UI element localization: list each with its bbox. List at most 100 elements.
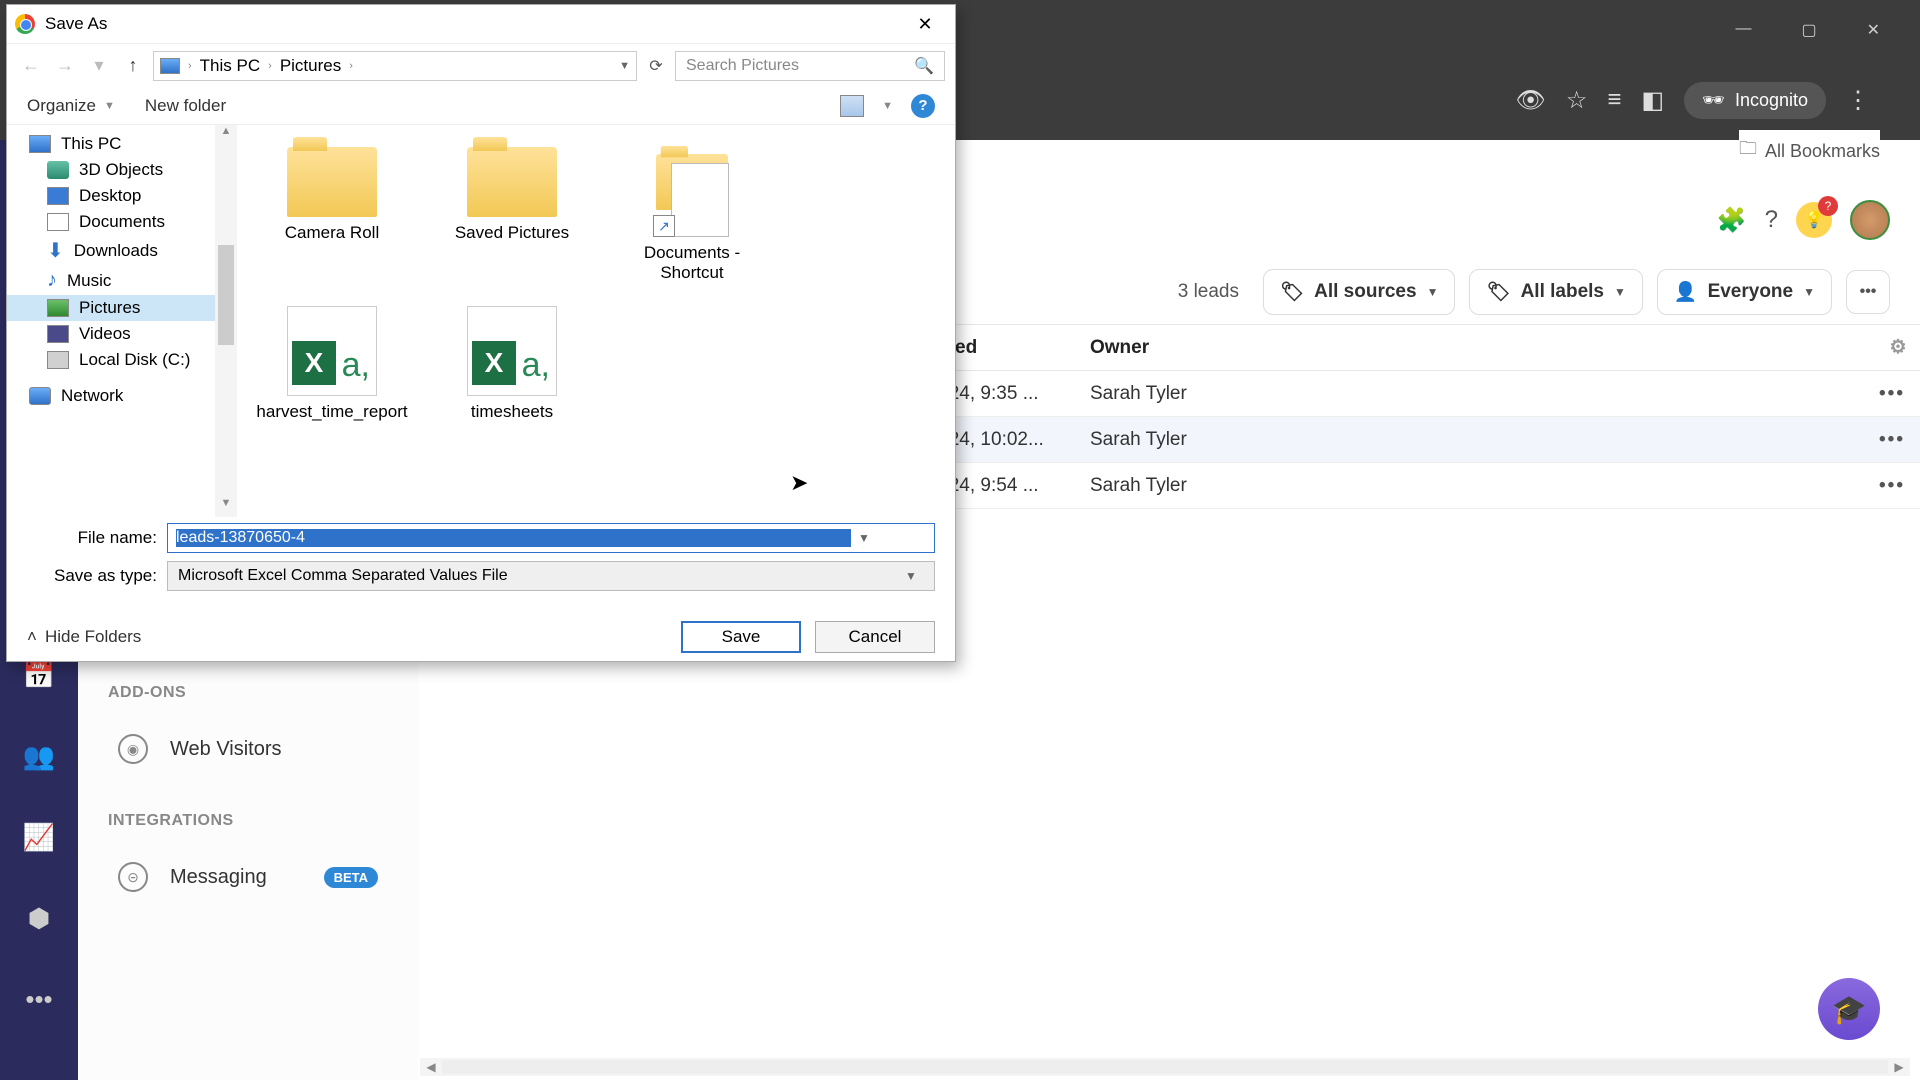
user-avatar[interactable] <box>1850 200 1890 240</box>
eye-off-icon[interactable]: 👁 <box>1515 86 1545 115</box>
row-menu-icon[interactable]: ••• <box>1864 429 1920 451</box>
star-icon[interactable]: ☆ <box>1566 86 1588 115</box>
rail-calendar-icon[interactable]: 📅 <box>23 660 55 691</box>
tree-videos[interactable]: Videos <box>7 321 216 347</box>
scroll-left-icon[interactable]: ◀ <box>420 1060 442 1074</box>
tree-this-pc[interactable]: This PC <box>7 131 216 157</box>
kebab-icon[interactable]: ⋮ <box>1846 86 1870 115</box>
tree-downloads[interactable]: ⬇Downloads <box>7 235 216 266</box>
tree-desktop[interactable]: Desktop <box>7 183 216 209</box>
desktop-icon <box>47 187 69 205</box>
incognito-badge[interactable]: 🕶 Incognito <box>1684 82 1826 119</box>
sidebar-item-label: Web Visitors <box>170 738 282 761</box>
hide-folders-button[interactable]: ˄ Hide Folders <box>27 627 141 647</box>
row-menu-icon[interactable]: ••• <box>1864 383 1920 405</box>
folder-icon <box>287 147 377 217</box>
rail-more-icon[interactable]: ••• <box>25 984 52 1015</box>
help-fab[interactable]: 🎓 <box>1818 978 1880 1040</box>
close-window-icon[interactable]: ✕ <box>1867 20 1880 40</box>
dialog-help-icon[interactable]: ? <box>911 94 935 118</box>
sidebar-heading-integrations: INTEGRATIONS <box>78 798 418 844</box>
folder-camera-roll[interactable]: Camera Roll <box>247 141 417 290</box>
nav-up-icon[interactable]: ↑ <box>119 55 147 76</box>
folder-saved-pictures[interactable]: Saved Pictures <box>427 141 597 290</box>
chrome-logo-icon <box>15 14 35 34</box>
nav-forward-icon[interactable]: → <box>51 55 79 76</box>
tree-documents[interactable]: Documents <box>7 209 216 235</box>
cancel-button[interactable]: Cancel <box>815 621 935 653</box>
tag-icon: 🏷 <box>1280 280 1304 304</box>
tips-badge: ? <box>1818 196 1838 216</box>
view-mode-icon[interactable] <box>840 95 864 117</box>
incognito-icon: 🕶 <box>1702 90 1725 111</box>
file-timesheets[interactable]: Xa, timesheets <box>427 300 597 428</box>
breadcrumb[interactable]: › This PC › Pictures › ▼ <box>153 51 637 81</box>
breadcrumb-dropdown-icon[interactable]: ▼ <box>619 60 630 72</box>
tree-pictures[interactable]: Pictures <box>7 295 216 321</box>
rail-insights-icon[interactable]: 📈 <box>23 822 55 853</box>
scroll-up-icon[interactable]: ▲ <box>215 125 237 145</box>
file-grid[interactable]: Camera Roll Saved Pictures ↗ Documents -… <box>237 125 955 517</box>
sidebar-item-web-visitors[interactable]: ◉ Web Visitors <box>88 720 408 778</box>
csv-file-icon: Xa, <box>287 306 377 396</box>
tree-3d-objects[interactable]: 3D Objects <box>7 157 216 183</box>
maximize-icon[interactable]: ▢ <box>1801 20 1816 40</box>
dialog-body: This PC 3D Objects Desktop Documents ⬇Do… <box>7 125 955 517</box>
filter-sources[interactable]: 🏷 All sources ▼ <box>1263 269 1455 315</box>
dialog-close-button[interactable]: ✕ <box>903 8 947 40</box>
search-folder-input[interactable]: Search Pictures 🔍 <box>675 51 945 81</box>
filter-owner[interactable]: 👤 Everyone ▼ <box>1657 269 1832 315</box>
chevron-right-icon: › <box>188 60 192 72</box>
scroll-thumb[interactable] <box>218 245 234 345</box>
videos-icon <box>47 325 69 343</box>
sidebar-item-label: Messaging <box>170 866 267 889</box>
shortcut-icon: ↗ <box>647 147 737 237</box>
search-placeholder: Search Pictures <box>686 57 799 75</box>
tree-network[interactable]: Network <box>7 383 216 409</box>
chevron-down-icon[interactable]: ▼ <box>882 100 893 112</box>
panel-icon[interactable]: ◧ <box>1641 86 1664 115</box>
help-icon[interactable]: ? <box>1765 206 1778 234</box>
folder-icon: 🗀 <box>1739 136 1757 166</box>
tree-music[interactable]: ♪Music <box>7 266 216 295</box>
scroll-right-icon[interactable]: ▶ <box>1888 1060 1910 1074</box>
all-bookmarks-label: All Bookmarks <box>1765 141 1880 162</box>
rail-marketplace-icon[interactable]: ⬢ <box>28 903 51 934</box>
breadcrumb-folder[interactable]: Pictures <box>280 56 341 76</box>
chevron-down-icon: ▼ <box>104 100 115 112</box>
playlist-icon[interactable]: ≡ <box>1607 86 1621 114</box>
pc-icon <box>160 58 180 74</box>
more-actions-button[interactable]: ••• <box>1846 270 1890 314</box>
tree-local-disk[interactable]: Local Disk (C:) <box>7 347 216 373</box>
filetype-select[interactable]: Microsoft Excel Comma Separated Values F… <box>167 561 935 591</box>
tips-button[interactable]: 💡? <box>1796 202 1832 238</box>
sidebar-heading-addons: ADD-ONS <box>78 670 418 716</box>
nav-recent-icon[interactable]: ▾ <box>85 55 113 76</box>
refresh-icon[interactable]: ⟳ <box>643 56 669 76</box>
sidebar-item-messaging[interactable]: ⊝ Messaging BETA <box>88 848 408 906</box>
file-harvest-report[interactable]: Xa, harvest_time_report <box>247 300 417 428</box>
save-button[interactable]: Save <box>681 621 801 653</box>
rail-contacts-icon[interactable]: 👥 <box>23 741 55 772</box>
filename-label: File name: <box>27 528 157 548</box>
horizontal-scrollbar[interactable]: ◀ ▶ <box>420 1058 1910 1076</box>
breadcrumb-root[interactable]: This PC <box>200 56 260 76</box>
shortcut-documents[interactable]: ↗ Documents - Shortcut <box>607 141 777 290</box>
window-controls: — ▢ ✕ <box>1735 20 1880 40</box>
all-bookmarks-button[interactable]: 🗀 All Bookmarks <box>1739 130 1880 172</box>
filename-input-field[interactable] <box>176 529 851 547</box>
row-menu-icon[interactable]: ••• <box>1864 475 1920 497</box>
tree-scrollbar[interactable]: ▲ ▼ <box>215 125 237 517</box>
nav-back-icon[interactable]: ← <box>17 55 45 76</box>
new-folder-button[interactable]: New folder <box>145 96 226 116</box>
extension-icon[interactable]: 🧩 <box>1717 206 1747 235</box>
scroll-down-icon[interactable]: ▼ <box>215 497 237 517</box>
organize-button[interactable]: Organize ▼ <box>27 96 115 116</box>
table-settings-icon[interactable]: ⚙ <box>1876 336 1920 359</box>
filter-labels[interactable]: 🏷 All labels ▼ <box>1469 269 1642 315</box>
dialog-titlebar[interactable]: Save As ✕ <box>7 5 955 43</box>
filename-input[interactable]: ▼ <box>167 523 935 553</box>
minimize-icon[interactable]: — <box>1735 20 1751 40</box>
filename-dropdown-icon[interactable]: ▼ <box>851 531 877 545</box>
col-owner[interactable]: Owner <box>1090 337 1876 359</box>
